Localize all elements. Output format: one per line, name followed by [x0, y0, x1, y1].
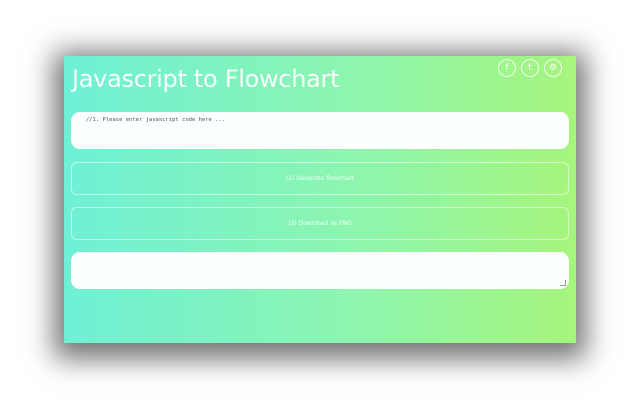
- twitter-icon[interactable]: t: [521, 59, 539, 77]
- code-input[interactable]: //1. Please enter javascript code here .…: [71, 112, 569, 149]
- main-panel: Javascript to Flowchart f t ⚙ //1. Pleas…: [64, 56, 576, 343]
- output-textarea[interactable]: [71, 252, 569, 289]
- app-title: Javascript to Flowchart: [72, 65, 340, 93]
- settings-icon[interactable]: ⚙: [544, 59, 562, 77]
- resize-handle-icon[interactable]: [560, 280, 566, 286]
- generate-flowchart-button[interactable]: (2) Generate flowchart: [71, 162, 569, 195]
- toolbar: f t ⚙: [498, 59, 562, 77]
- download-png-button[interactable]: (3) Download as PNG: [71, 207, 569, 240]
- facebook-icon[interactable]: f: [498, 59, 516, 77]
